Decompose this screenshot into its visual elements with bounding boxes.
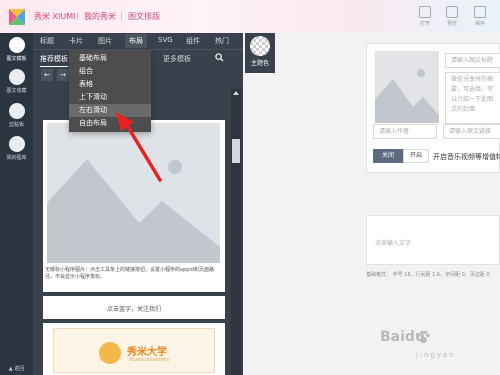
brand-name[interactable]: 秀米 XIUMI xyxy=(34,11,76,22)
menu-item-basic-layout[interactable]: 基础布局 xyxy=(69,52,151,65)
theme-color-label: 主题色 xyxy=(250,60,269,67)
menu-item-vertical-slide[interactable]: 上下滑动 xyxy=(69,91,151,104)
theme-color-button[interactable]: 主题色 xyxy=(245,33,275,73)
sidebar-item-label: 剪贴板 xyxy=(8,122,24,128)
subtab-more[interactable]: 更多模板 xyxy=(163,54,191,64)
tab-hot[interactable]: 热门 xyxy=(215,36,229,46)
next-arrow-icon[interactable]: → xyxy=(57,69,69,81)
tab-svg[interactable]: SVG xyxy=(158,36,173,44)
article-settings-card: 请输入图文标题 微信分享时的摘要，可选填，可以介绍一下此图文的封面 请输入作者 … xyxy=(366,43,500,173)
sidebar-item-clipboard[interactable]: 剪贴板 xyxy=(0,103,33,128)
seal-icon xyxy=(99,342,121,364)
tab-card[interactable]: 卡片 xyxy=(69,36,83,46)
tab-image[interactable]: 图片 xyxy=(98,36,112,46)
theme-color-icon xyxy=(250,36,270,56)
school-name: 秀米大学 xyxy=(127,347,167,358)
music-toggle-on[interactable]: 开启 xyxy=(403,149,429,163)
subtab-recommended[interactable]: 推荐模板 xyxy=(40,54,68,67)
open-icon xyxy=(419,6,431,18)
author-input[interactable]: 请输入作者 xyxy=(373,124,437,139)
sidebar-item-label: 图文收藏 xyxy=(6,88,27,94)
image-template-card[interactable]: 无曝标小程序图片：点击工具条上的链接按钮，设置小程序的appid和页面路径，不会… xyxy=(43,120,225,292)
text-block-card[interactable]: 点击输入文字 xyxy=(366,215,500,265)
logo-banner: 秀米大学 Xiumi university xyxy=(53,328,215,373)
menu-item-free-layout[interactable]: 自由布局 xyxy=(69,117,151,130)
template-icon xyxy=(8,37,25,53)
mountain-icon xyxy=(375,69,439,123)
prev-arrow-icon[interactable]: ← xyxy=(41,69,53,81)
text-placeholder[interactable]: 点击输入文字 xyxy=(375,238,411,247)
summary-textarea[interactable]: 微信分享时的摘要，可选填，可以介绍一下此图文的封面 xyxy=(445,72,500,124)
tab-components[interactable]: 组件 xyxy=(186,36,200,46)
layout-dropdown-menu: 基础布局 组合 表格 上下滑动 左右滑动 自由布局 xyxy=(69,50,151,132)
nav-layout-editor[interactable]: 图文排版 xyxy=(128,11,160,22)
tab-title[interactable]: 标题 xyxy=(40,36,54,46)
school-logo-card[interactable]: 秀米大学 Xiumi university xyxy=(43,323,225,375)
template-caption: 无曝标小程序图片：点击工具条上的链接按钮，设置小程序的appid和页面路径，不会… xyxy=(45,267,214,281)
scroll-up-icon[interactable] xyxy=(233,91,239,95)
source-link-input[interactable]: 请输入原文链接 xyxy=(443,124,500,139)
music-toggle-off[interactable]: 关闭 xyxy=(373,149,403,163)
music-toggle-label: 开启音乐视频等增值特效 xyxy=(433,153,500,161)
sidebar-item-back[interactable]: ▲ 返回 xyxy=(0,365,33,372)
clipboard-icon xyxy=(8,103,25,119)
mountain-icon xyxy=(47,159,220,263)
title-input[interactable]: 请输入图文标题 xyxy=(445,53,500,68)
sidebar-item-label: ▲ 返回 xyxy=(8,366,25,372)
save-label: 保存 xyxy=(474,21,485,27)
preview-icon xyxy=(446,6,458,18)
cover-image-placeholder[interactable] xyxy=(375,51,439,123)
menu-item-table[interactable]: 表格 xyxy=(69,78,151,91)
preview-button[interactable]: 预览 xyxy=(441,6,463,27)
nav-separator: | xyxy=(120,11,123,20)
sidebar-item-label: 图文模板 xyxy=(6,56,27,62)
save-button[interactable]: 保存 xyxy=(469,6,491,27)
sidebar-item-label: 我的图库 xyxy=(6,155,27,161)
nav-separator: | xyxy=(76,11,79,20)
save-icon xyxy=(474,6,486,18)
open-button[interactable]: 打开 xyxy=(414,6,436,27)
sidebar-item-templates[interactable]: 图文模板 xyxy=(0,37,33,62)
search-icon[interactable] xyxy=(215,53,224,62)
category-tabs: 标题 卡片 图片 布局 SVG 组件 热门 xyxy=(33,33,243,49)
tab-layout[interactable]: 布局 xyxy=(125,34,147,48)
gallery-icon xyxy=(8,136,25,152)
nav-my-xiumi[interactable]: 我的秀米 xyxy=(84,11,116,22)
left-sidebar: 图文模板 图文收藏 剪贴板 我的图库 ▲ 返回 xyxy=(0,33,33,375)
scroll-thumb[interactable] xyxy=(232,139,240,163)
xiumi-logo-icon[interactable] xyxy=(7,7,27,27)
panel-scrollbar[interactable] xyxy=(231,89,241,375)
menu-item-combination[interactable]: 组合 xyxy=(69,65,151,78)
watermark-subtext: jingyan xyxy=(416,351,456,359)
preview-label: 预览 xyxy=(446,21,457,27)
follow-banner-card[interactable]: 点击蓝字，关注我们 xyxy=(43,296,225,319)
sidebar-item-favorites[interactable]: 图文收藏 xyxy=(0,69,33,94)
menu-item-horizontal-slide[interactable]: 左右滑动 xyxy=(69,104,151,117)
baidu-watermark: Baidu jingyan xyxy=(380,325,495,365)
favorites-icon xyxy=(8,69,25,85)
school-english-name: Xiumi university xyxy=(129,357,170,363)
open-label: 打开 xyxy=(419,21,430,27)
top-bar: 秀米 XIUMI | 我的秀米 | 图文排版 打开 预览 保存 xyxy=(0,0,500,33)
image-placeholder xyxy=(47,123,220,263)
sidebar-item-gallery[interactable]: 我的图库 xyxy=(0,136,33,161)
follow-banner-text: 点击蓝字，关注我们 xyxy=(106,306,161,313)
basic-format-info: 基础格式： 字号 16、行间距 1.6、字间距 0、页边距 0 xyxy=(366,272,490,278)
paw-icon xyxy=(417,330,430,343)
